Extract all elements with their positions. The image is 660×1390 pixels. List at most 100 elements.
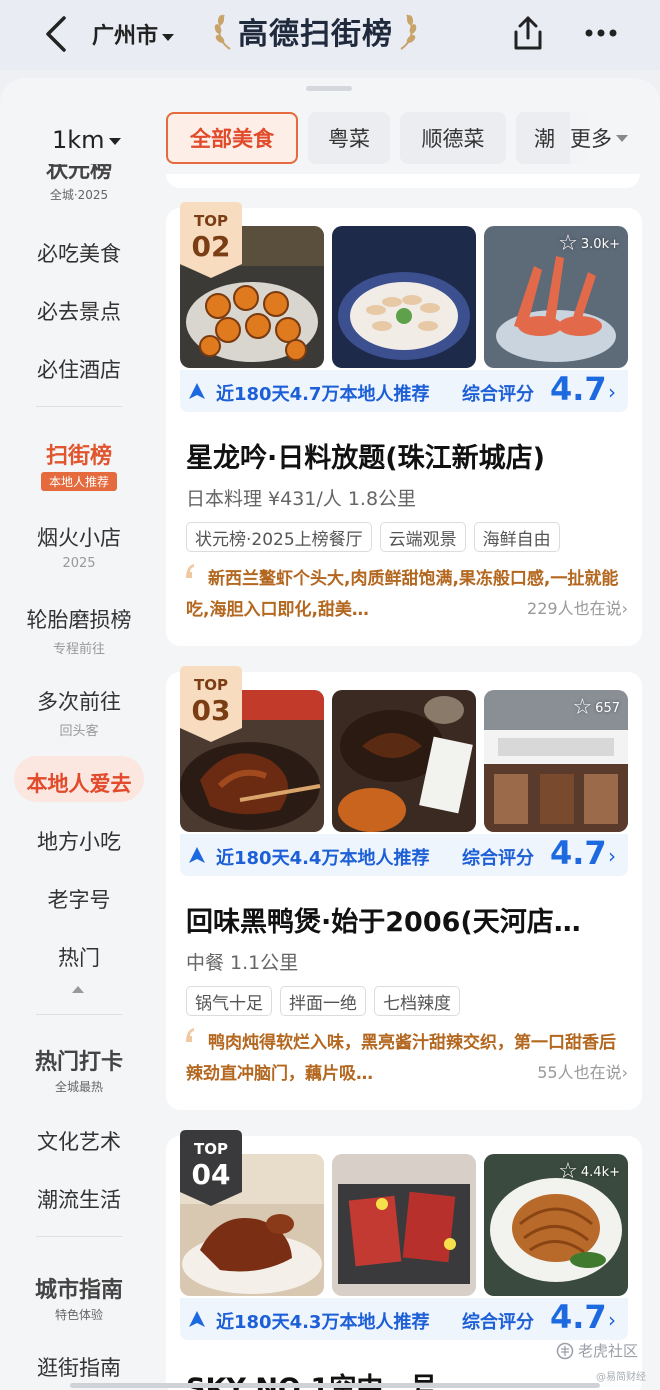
- sidebar-item-hot[interactable]: 热门: [0, 942, 158, 972]
- favorite-count[interactable]: ☆ 3.0k+: [558, 231, 620, 256]
- sidebar-item-sub: 2025: [62, 556, 96, 571]
- food-photo[interactable]: ☆ 3.0k+: [484, 226, 628, 368]
- score-value: 4.7: [550, 834, 607, 872]
- badge-title: 热门打卡: [34, 1050, 123, 1075]
- tag[interactable]: 云端观景: [379, 522, 466, 552]
- chevron-right-icon: ›: [608, 844, 616, 868]
- divider: [36, 1014, 122, 1015]
- distance-filter[interactable]: 1km: [52, 126, 121, 154]
- badge-subtitle: 全城最热: [54, 1080, 103, 1094]
- tiger-logo-icon: [556, 1342, 574, 1359]
- share-icon[interactable]: [508, 14, 548, 54]
- recommend-bar[interactable]: 近180天4.3万本地人推荐 综合评分 4.7 ›: [180, 1298, 628, 1340]
- star-icon: ☆: [558, 231, 578, 256]
- restaurant-card[interactable]: ☆ 657 TOP 03 近180天4.4万本地人推荐 综合评分 4.7 › 回味…: [166, 666, 642, 1110]
- sidebar-item-snacks[interactable]: 地方小吃: [0, 826, 158, 856]
- sidebar-item-must-eat[interactable]: 必吃美食: [0, 238, 158, 268]
- sidebar-item-culture[interactable]: 文化艺术: [0, 1126, 158, 1156]
- restaurant-card[interactable]: ☆ 3.0k+ TOP 02 近180天4.7万本地人推荐 综合评分 4.7 › …: [166, 202, 642, 646]
- sidebar-item-label: 烟火小店: [37, 526, 121, 550]
- chip-shunde[interactable]: 顺德菜: [400, 112, 506, 164]
- favorite-count[interactable]: ☆ 657: [572, 697, 620, 719]
- laurel-right-icon: [400, 14, 417, 50]
- tag[interactable]: 七档辣度: [374, 986, 460, 1016]
- watermark-sub: @易简财经: [596, 1372, 646, 1383]
- home-indicator: [70, 1383, 600, 1388]
- restaurant-name[interactable]: 星龙吟·日料放题(珠江新城店): [186, 436, 630, 475]
- recommend-text: 近180天4.4万本地人推荐: [216, 848, 430, 869]
- collapse-icon[interactable]: [72, 986, 84, 993]
- food-photo[interactable]: [332, 226, 476, 368]
- tag[interactable]: 海鲜自由: [473, 522, 560, 552]
- photo-strip: ☆ 4.4k+: [180, 1154, 628, 1296]
- rank-badge: TOP 02: [180, 202, 242, 278]
- chip-cantonese[interactable]: 粤菜: [308, 112, 390, 164]
- sidebar-item-repeat[interactable]: 多次前往 回头客: [0, 686, 158, 739]
- tag[interactable]: 锅气十足: [186, 986, 272, 1016]
- star-icon: ☆: [558, 1159, 578, 1184]
- back-arrow-icon[interactable]: [40, 14, 74, 54]
- sidebar-item-label: 地方小吃: [37, 830, 121, 854]
- city-selector[interactable]: 广州市: [92, 18, 175, 50]
- food-photo[interactable]: ☆ 4.4k+: [484, 1154, 628, 1296]
- restaurant-name[interactable]: 回味黑鸭煲·始于2006(天河店…: [186, 900, 630, 939]
- food-photo[interactable]: ☆ 657: [484, 690, 628, 832]
- city-label: 广州市: [92, 24, 159, 49]
- photo-strip: ☆ 657: [180, 690, 628, 832]
- sidebar-item-old-brand[interactable]: 老字号: [0, 884, 158, 914]
- more-categories-button[interactable]: 更多: [570, 112, 660, 164]
- sidebar-item-yanhuo[interactable]: 烟火小店 2025: [0, 522, 158, 571]
- badge-zhuangyuan[interactable]: 状元榜 全城·2025: [0, 164, 158, 212]
- favorite-count-label: 3.0k+: [580, 236, 620, 252]
- chevron-down-icon: [108, 137, 121, 145]
- sidebar-item-must-stay[interactable]: 必住酒店: [0, 354, 158, 384]
- sidebar-item-locals-love[interactable]: 本地人爱去: [0, 768, 158, 798]
- tag[interactable]: 状元榜·2025上榜餐厅: [186, 522, 372, 552]
- sidebar-item-label: 老字号: [47, 888, 111, 912]
- sidebar-item-label: 逛街指南: [37, 1356, 121, 1380]
- badge-saojie[interactable]: 扫街榜 本地人推荐: [0, 438, 158, 491]
- sidebar-item-label: 必去景点: [37, 300, 121, 324]
- badge-subtitle: 全城·2025: [49, 188, 109, 202]
- distance-label: 1km: [52, 126, 105, 154]
- chip-all-food[interactable]: 全部美食: [166, 112, 298, 164]
- recommend-text: 近180天4.7万本地人推荐: [216, 384, 430, 405]
- badge-title: 状元榜: [45, 164, 112, 183]
- previous-card-edge: [166, 174, 640, 188]
- sidebar-item-tyre[interactable]: 轮胎磨损榜 专程前往: [0, 604, 158, 657]
- favorite-count[interactable]: ☆ 4.4k+: [558, 1159, 620, 1184]
- badge-city-guide[interactable]: 城市指南 特色体验: [0, 1272, 158, 1323]
- rank-number: 02: [191, 230, 231, 263]
- sidebar-item-trend[interactable]: 潮流生活: [0, 1184, 158, 1214]
- watermark-text: 老虎社区: [578, 1342, 639, 1360]
- chevron-right-icon: ›: [608, 380, 616, 404]
- sidebar-item-must-visit[interactable]: 必去景点: [0, 296, 158, 326]
- page-title: 高德扫街榜: [238, 17, 393, 52]
- more-options-icon[interactable]: [584, 22, 618, 44]
- badge-hot-checkin[interactable]: 热门打卡 全城最热: [0, 1044, 158, 1095]
- food-photo[interactable]: [332, 1154, 476, 1296]
- recommend-bar[interactable]: 近180天4.4万本地人推荐 综合评分 4.7 ›: [180, 834, 628, 876]
- sidebar-item-label: 文化艺术: [37, 1130, 121, 1154]
- recommend-bar[interactable]: 近180天4.7万本地人推荐 综合评分 4.7 ›: [180, 370, 628, 412]
- discussion-count[interactable]: 55人也在说›: [537, 1059, 628, 1083]
- discussion-count-label: 55人也在说: [537, 1063, 622, 1082]
- tag[interactable]: 拌面一绝: [280, 986, 366, 1016]
- rank-number: 04: [191, 1158, 231, 1191]
- score-value: 4.7: [550, 1298, 607, 1336]
- divider: [36, 406, 122, 407]
- tag-list: 状元榜·2025上榜餐厅 云端观景 海鲜自由: [186, 522, 560, 552]
- category-chips: 全部美食 粤菜 顺德菜 潮 更多: [166, 112, 660, 168]
- sidebar-item-shopping[interactable]: 逛街指南: [0, 1352, 158, 1382]
- ranking-panel: 1km 状元榜 全城·2025 必吃美食 必去景点 必住酒店 扫街榜 本地人推荐…: [0, 78, 660, 1390]
- rank-number: 03: [191, 694, 231, 727]
- sidebar-item-label: 潮流生活: [37, 1188, 121, 1212]
- food-photo[interactable]: [332, 690, 476, 832]
- rank-top-label: TOP: [194, 676, 228, 694]
- drag-handle[interactable]: [306, 86, 352, 91]
- favorite-count-label: 4.4k+: [580, 1164, 620, 1180]
- watermark: 老虎社区: [556, 1340, 638, 1361]
- restaurant-meta: 日本料理 ¥431/人 1.8公里: [186, 488, 417, 510]
- discussion-count[interactable]: 229人也在说›: [527, 595, 628, 619]
- photo-strip: ☆ 3.0k+: [180, 226, 628, 368]
